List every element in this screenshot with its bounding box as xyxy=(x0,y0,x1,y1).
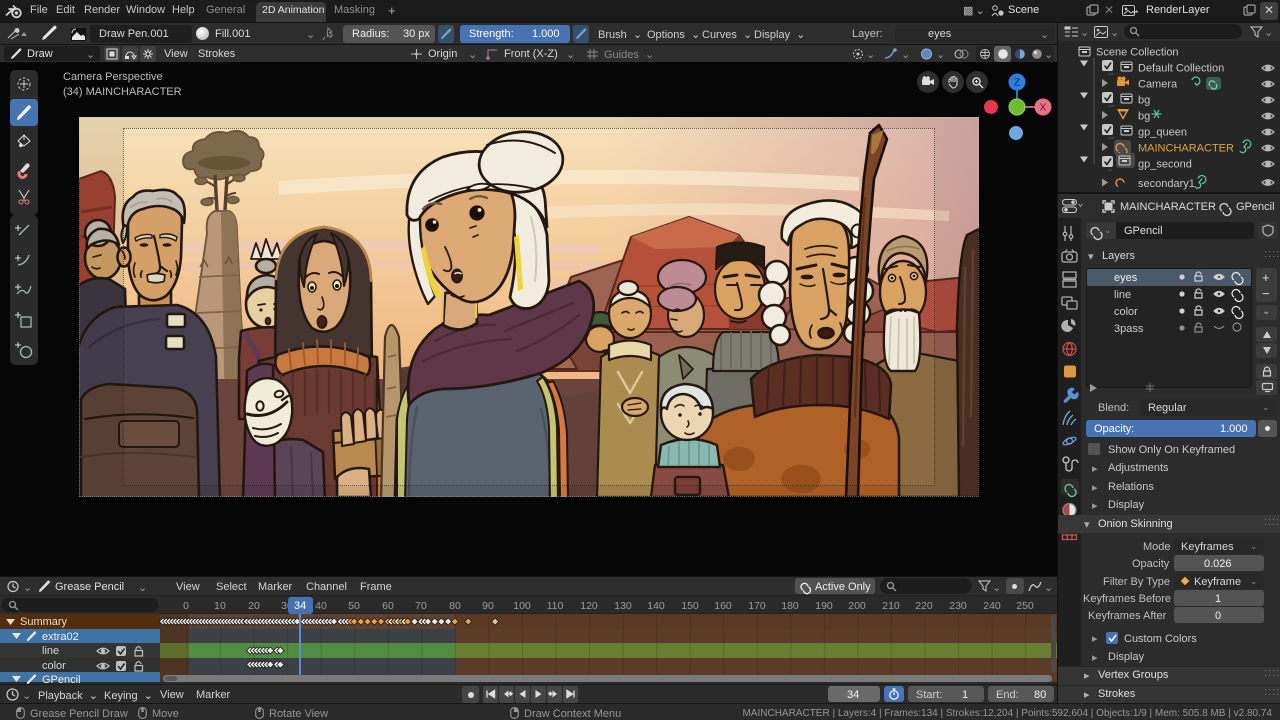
svg-text:MAINCHARACTER: MAINCHARACTER xyxy=(1138,143,1234,155)
svg-text:bg: bg xyxy=(1138,111,1150,123)
svg-text:secondary1: secondary1 xyxy=(1138,178,1195,190)
svg-text:gp_queen: gp_queen xyxy=(1138,127,1187,139)
svg-text:bg: bg xyxy=(1138,95,1150,107)
svg-text:Camera: Camera xyxy=(1138,79,1178,91)
svg-text:Z: Z xyxy=(1014,78,1020,89)
svg-text:X: X xyxy=(1040,103,1047,114)
svg-text:Default Collection: Default Collection xyxy=(1138,63,1224,75)
svg-text:gp_second: gp_second xyxy=(1138,159,1192,171)
svg-text:Scene Collection: Scene Collection xyxy=(1096,47,1179,59)
